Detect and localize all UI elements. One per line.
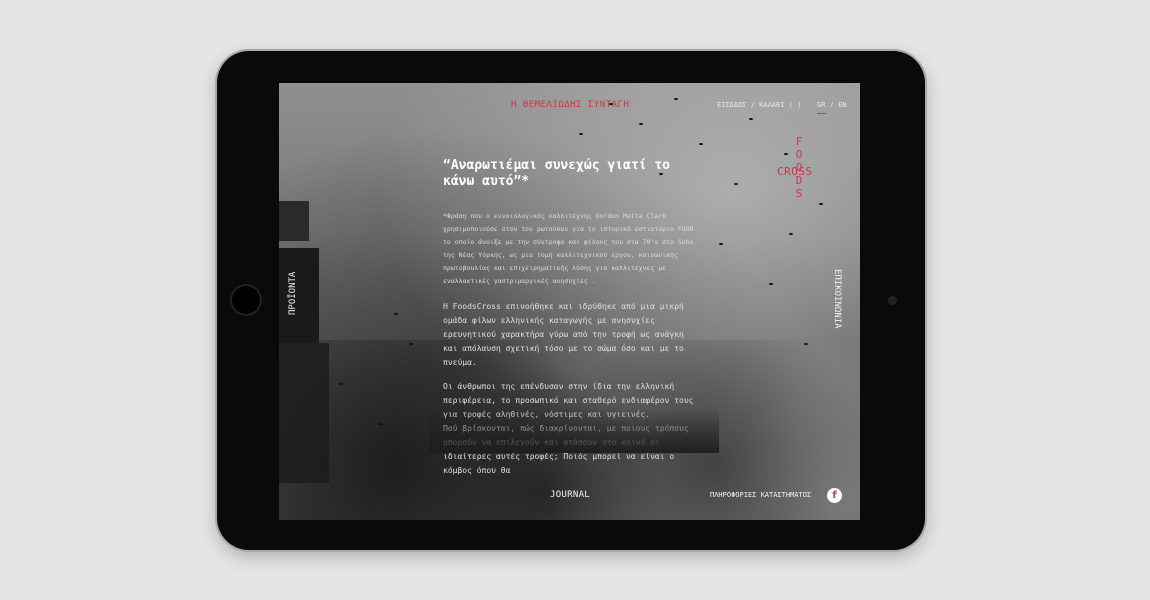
contact-link[interactable]: ΕΠΙΚΟΙΝΩΝΙΑ xyxy=(832,269,842,329)
headline-footnote: *Φράση που ο εννοιολογικός καλλιτέχνης G… xyxy=(443,212,694,285)
bee-image xyxy=(789,233,793,235)
bee-image xyxy=(804,343,808,345)
journal-link[interactable]: JOURNAL xyxy=(550,490,590,500)
bee-image xyxy=(769,283,773,285)
facebook-icon[interactable]: f xyxy=(827,488,842,503)
bee-image xyxy=(409,343,413,345)
bee-image xyxy=(394,313,398,315)
home-button[interactable] xyxy=(230,284,262,316)
store-info-link[interactable]: ΠΛΗΡΟΦΟΡΙΕΣ ΚΑΤΑΣΤΗΜΑΤΟΣ xyxy=(710,491,811,499)
bee-image xyxy=(379,423,383,425)
top-navigation: Η ΘΕΜΕΛΙΩΔΗΣ ΣΥΝΤΑΓΗ ΕΙΣΟΔΟΣ / ΚΑΛΑΘΙ ( … xyxy=(279,100,860,114)
page-headline: “Αναρωτιέμαι συνεχώς γιατί το κάνω αυτό”… xyxy=(443,158,670,189)
bee-image xyxy=(579,133,583,135)
intro-paragraph: Η FoodsCross επινοήθηκε και ιδρύθηκε από… xyxy=(443,302,684,367)
camera-icon xyxy=(888,296,897,305)
logo-horizontal-text: CROSS xyxy=(777,165,813,178)
nav-recipe-link[interactable]: Η ΘΕΜΕΛΙΩΔΗΣ ΣΥΝΤΑΓΗ xyxy=(511,100,629,110)
bee-image xyxy=(339,383,343,385)
beehive-image xyxy=(279,201,309,241)
bee-image xyxy=(734,183,738,185)
bee-image xyxy=(699,143,703,145)
text-fade-overlay xyxy=(429,408,719,453)
products-link[interactable]: ΠΡΟΪΟΝΤΑ xyxy=(288,272,298,315)
bee-image xyxy=(749,118,753,120)
app-screen: Η ΘΕΜΕΛΙΩΔΗΣ ΣΥΝΤΑΓΗ ΕΙΣΟΔΟΣ / ΚΑΛΑΘΙ ( … xyxy=(279,83,860,520)
language-switcher[interactable]: GR / EN xyxy=(817,101,847,109)
foodscross-logo[interactable]: F O O D S CROSS xyxy=(777,135,827,207)
active-language-indicator xyxy=(817,113,826,114)
bee-image xyxy=(639,123,643,125)
nav-login-cart-link[interactable]: ΕΙΣΟΔΟΣ / ΚΑΛΑΘΙ ( ) xyxy=(717,101,801,109)
bee-image xyxy=(719,243,723,245)
